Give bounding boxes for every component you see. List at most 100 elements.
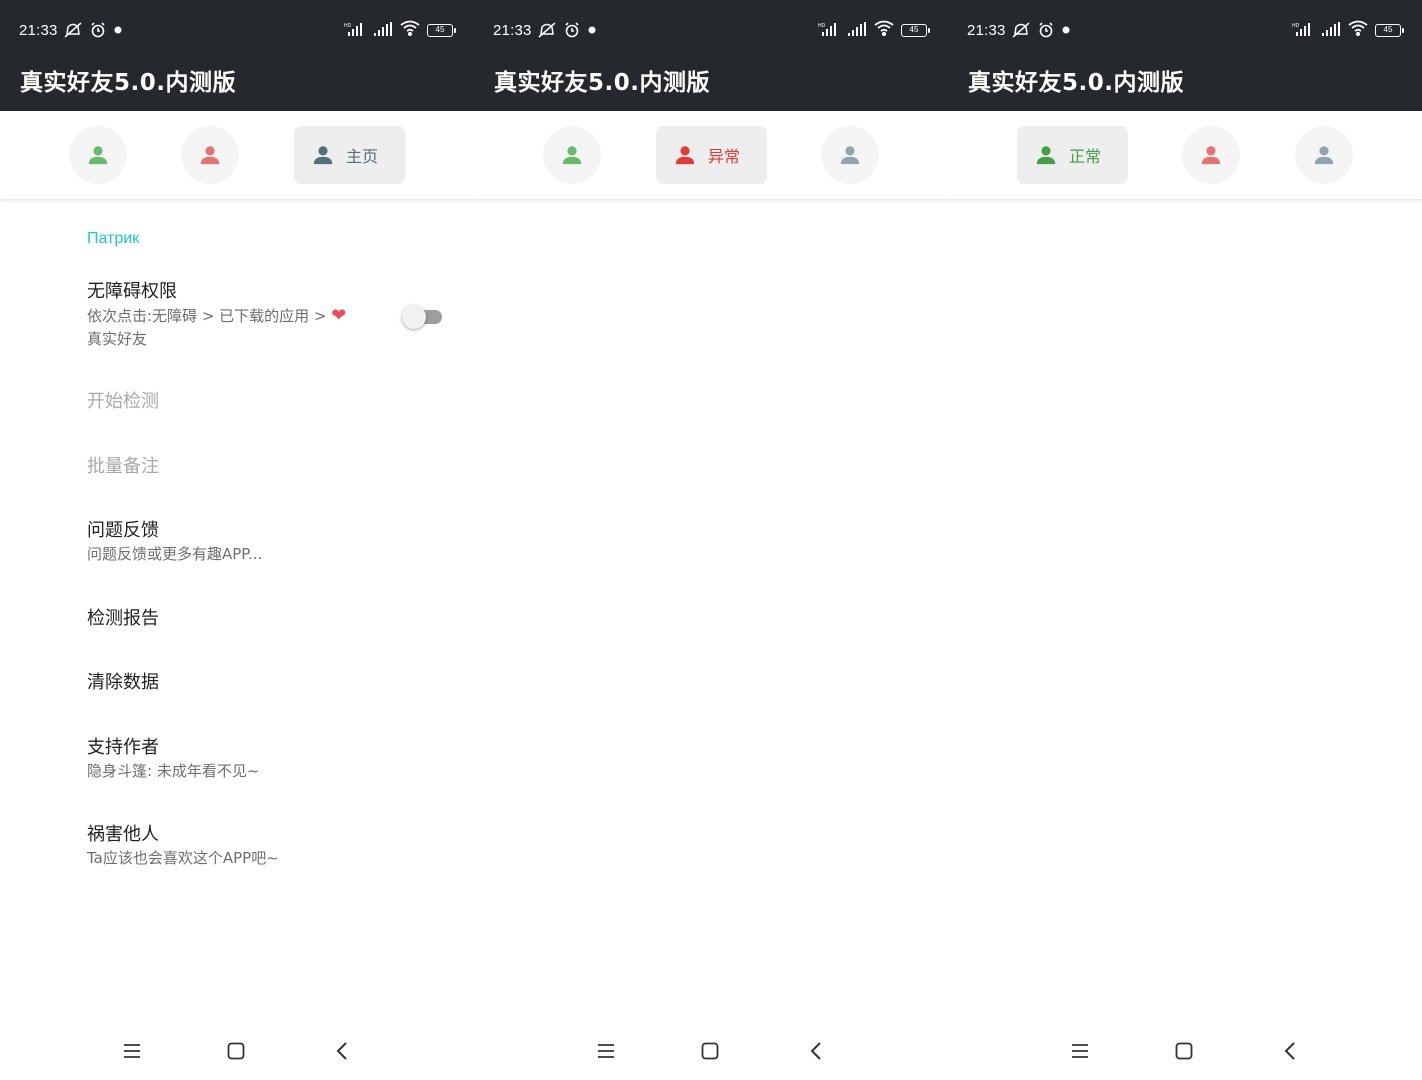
pref-subtitle: Ta应该也会喜欢这个APP吧~ (87, 849, 279, 867)
accessibility-toggle[interactable] (402, 305, 442, 329)
tab-bar: 异常 (474, 111, 948, 199)
home-icon[interactable] (221, 1038, 251, 1064)
pref-title: 问题反馈 (87, 520, 159, 541)
app-header: 21:33 HD 45 真实好友5.0.内测版 (0, 0, 474, 111)
alarm-icon (90, 21, 106, 39)
wifi-icon (1348, 20, 1368, 40)
pref-report[interactable]: 检测报告 (87, 607, 387, 631)
pref-support-author[interactable]: 支持作者 隐身斗篷: 未成年看不见~ (87, 736, 387, 783)
user-icon (199, 144, 221, 166)
screen-home: 21:33 HD 45 真实好友5.0.内测版 主页 Патрик 无障碍权限 … (0, 0, 474, 1080)
menu-icon[interactable] (591, 1038, 621, 1064)
back-icon[interactable] (1275, 1038, 1305, 1064)
user-icon (674, 144, 696, 166)
system-nav-bar (474, 1028, 948, 1074)
status-right: HD 45 (818, 20, 930, 40)
alarm-icon (1038, 21, 1054, 39)
tab-normal[interactable] (543, 126, 601, 184)
mute-icon (64, 21, 82, 39)
tab-abnormal[interactable]: 异常 (656, 126, 767, 184)
hd-signal-icon: HD (344, 21, 366, 40)
settings-category: Патрик (87, 230, 140, 247)
pref-clear-data[interactable]: 清除数据 (87, 671, 387, 695)
menu-icon[interactable] (1065, 1038, 1095, 1064)
tab-abnormal[interactable] (181, 126, 239, 184)
status-time: 21:33 (967, 21, 1006, 39)
menu-icon[interactable] (117, 1038, 147, 1064)
screen-abnormal: 21:33 HD 45 真实好友5.0.内测版 异常 (474, 0, 948, 1080)
signal-icon (1321, 21, 1341, 40)
user-icon (87, 144, 109, 166)
tab-bar: 主页 (0, 111, 474, 199)
pref-title: 清除数据 (87, 672, 159, 693)
status-right: HD 45 (344, 20, 456, 40)
pref-subtitle: 依次点击:无障碍 > 已下载的应用 > ❤ (87, 305, 347, 326)
app-title: 真实好友5.0.内测版 (968, 70, 1184, 96)
status-time: 21:33 (493, 21, 532, 39)
heart-icon: ❤ (331, 305, 347, 326)
tab-normal[interactable] (69, 126, 127, 184)
home-icon[interactable] (1169, 1038, 1199, 1064)
pref-share[interactable]: 祸害他人 Ta应该也会喜欢这个APP吧~ (87, 823, 387, 870)
notification-dot-icon (114, 21, 122, 39)
app-header: 21:33 HD 45 真实好友5.0.内测版 (948, 0, 1422, 111)
tab-home[interactable] (821, 126, 879, 184)
user-icon (1200, 144, 1222, 166)
pref-accessibility[interactable]: 无障碍权限 依次点击:无障碍 > 已下载的应用 > ❤ 真实好友 (87, 280, 387, 351)
svg-text:HD: HD (818, 23, 826, 29)
user-icon (1313, 144, 1335, 166)
pref-subtitle: 问题反馈或更多有趣APP... (87, 545, 263, 563)
notification-dot-icon (588, 21, 596, 39)
signal-icon (373, 21, 393, 40)
pref-start-detection[interactable]: 开始检测 (87, 390, 387, 414)
tab-bar: 正常 (948, 111, 1422, 199)
user-icon (312, 144, 334, 166)
tab-home-label: 主页 (346, 147, 379, 166)
tab-home[interactable] (1295, 126, 1353, 184)
tab-normal[interactable]: 正常 (1017, 126, 1128, 184)
home-icon[interactable] (695, 1038, 725, 1064)
app-title: 真实好友5.0.内测版 (494, 70, 710, 96)
screenshot-triptych: 21:33 HD 45 真实好友5.0.内测版 主页 Патрик 无障碍权限 … (0, 0, 1422, 1080)
status-time: 21:33 (19, 21, 58, 39)
app-header: 21:33 HD 45 真实好友5.0.内测版 (474, 0, 948, 111)
pref-title: 祸害他人 (87, 824, 159, 845)
system-nav-bar (0, 1028, 474, 1074)
hd-signal-icon: HD (1292, 21, 1314, 40)
status-bar: 21:33 HD 45 (19, 18, 456, 42)
battery-level: 45 (1375, 23, 1401, 37)
svg-text:HD: HD (344, 23, 352, 29)
pref-subtitle-line2: 真实好友 (87, 330, 148, 348)
battery-icon: 45 (901, 23, 930, 37)
tab-normal-label: 正常 (1069, 147, 1102, 166)
app-title: 真实好友5.0.内测版 (20, 70, 236, 96)
wifi-icon (874, 20, 894, 40)
pref-title: 开始检测 (87, 391, 159, 412)
battery-icon: 45 (1375, 23, 1404, 37)
pref-feedback[interactable]: 问题反馈 问题反馈或更多有趣APP... (87, 519, 387, 566)
pref-batch-remark[interactable]: 批量备注 (87, 455, 387, 479)
battery-icon: 45 (427, 23, 456, 37)
user-icon (561, 144, 583, 166)
svg-text:HD: HD (1292, 23, 1300, 29)
tab-home[interactable]: 主页 (294, 126, 405, 184)
back-icon[interactable] (801, 1038, 831, 1064)
back-icon[interactable] (327, 1038, 357, 1064)
hd-signal-icon: HD (818, 21, 840, 40)
pref-subtitle: 隐身斗篷: 未成年看不见~ (87, 762, 260, 780)
pref-title: 检测报告 (87, 608, 159, 629)
wifi-icon (400, 20, 420, 40)
signal-icon (847, 21, 867, 40)
mute-icon (538, 21, 556, 39)
battery-level: 45 (901, 23, 927, 37)
pref-title: 批量备注 (87, 456, 159, 477)
status-right: HD 45 (1292, 20, 1404, 40)
pref-title: 支持作者 (87, 737, 159, 758)
mute-icon (1012, 21, 1030, 39)
tab-abnormal[interactable] (1182, 126, 1240, 184)
battery-level: 45 (427, 23, 453, 37)
status-bar: 21:33 HD 45 (967, 18, 1404, 42)
screen-normal: 21:33 HD 45 真实好友5.0.内测版 正常 (948, 0, 1422, 1080)
user-icon (1035, 144, 1057, 166)
system-nav-bar (948, 1028, 1422, 1074)
